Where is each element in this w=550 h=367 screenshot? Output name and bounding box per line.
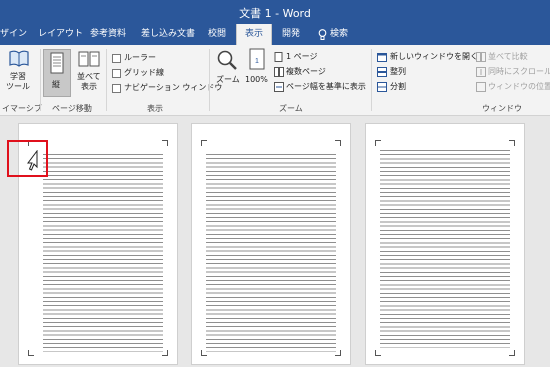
new-window-icon	[377, 53, 387, 62]
corner-mark	[201, 140, 207, 146]
document-workspace[interactable]	[0, 116, 550, 367]
tab-layout[interactable]: レイアウト	[38, 24, 83, 45]
corner-mark	[335, 140, 341, 146]
tab-design[interactable]: ザイン	[0, 24, 27, 45]
group-zoom: ズーム	[279, 104, 303, 113]
group-divider	[40, 49, 41, 111]
page-text-block	[206, 154, 336, 352]
gridlines-checkbox[interactable]	[112, 69, 121, 78]
corner-mark	[375, 350, 381, 356]
reset-position-label[interactable]: ウィンドウの位置を	[488, 82, 550, 92]
side-by-side-label-1[interactable]: 並べて	[77, 72, 101, 82]
tab-view[interactable]: 表示	[236, 24, 272, 45]
arrange-all-label[interactable]: 整列	[390, 67, 406, 77]
corner-mark	[162, 140, 168, 146]
sync-scroll-icon	[476, 67, 486, 77]
page-width-icon	[274, 82, 284, 92]
group-show: 表示	[147, 104, 163, 113]
zoom-label[interactable]: ズーム	[216, 75, 240, 85]
one-page-icon	[274, 52, 283, 62]
gridlines-label[interactable]: グリッド線	[124, 68, 164, 78]
tab-developer[interactable]: 開発	[282, 24, 300, 45]
vertical-pages-icon	[50, 52, 64, 74]
title-bar: 文書 1 - Word	[0, 0, 550, 24]
group-window: ウィンドウ	[482, 104, 522, 113]
multiple-pages-icon	[274, 67, 284, 77]
arrange-all-icon	[377, 67, 387, 77]
side-by-side-label-2[interactable]: 表示	[81, 82, 97, 92]
highlight-box	[7, 140, 48, 177]
document-page-3[interactable]	[365, 123, 525, 365]
corner-mark	[509, 350, 515, 356]
side-by-side-compare-label[interactable]: 並べて比較	[488, 52, 528, 62]
side-by-side-compare-icon	[476, 52, 486, 62]
ribbon: 学習 ツール イマーシブ 縦 並べて 表示 ページ移動 ルーラー グリッド線 ナ…	[0, 45, 550, 116]
zoom-magnifier-icon[interactable]	[216, 49, 238, 71]
corner-mark	[509, 140, 515, 146]
new-window-label[interactable]: 新しいウィンドウを開く	[390, 52, 478, 62]
group-page-movement: ページ移動	[52, 104, 92, 113]
group-divider	[209, 49, 210, 111]
corner-mark	[28, 350, 34, 356]
ruler-label[interactable]: ルーラー	[124, 53, 156, 63]
one-page-label[interactable]: 1 ページ	[286, 52, 317, 62]
page-text-block	[380, 150, 510, 348]
ruler-checkbox[interactable]	[112, 54, 121, 63]
vertical-label: 縦	[52, 80, 60, 89]
window-title: 文書 1 - Word	[239, 7, 311, 20]
navigation-pane-checkbox[interactable]	[112, 84, 121, 93]
vertical-button[interactable]: 縦	[43, 49, 71, 97]
multiple-pages-label[interactable]: 複数ページ	[286, 67, 326, 77]
lightbulb-icon	[318, 29, 327, 40]
corner-mark	[201, 350, 207, 356]
page-width-label[interactable]: ページ幅を基準に表示	[286, 82, 366, 92]
corner-mark	[335, 350, 341, 356]
ribbon-tabs: ザイン レイアウト 参考資料 差し込み文書 校閲 表示 開発 検索	[0, 24, 550, 45]
page-text-block	[43, 154, 163, 352]
split-label[interactable]: 分割	[390, 82, 406, 92]
reset-position-icon	[476, 82, 486, 92]
group-divider	[106, 49, 107, 111]
tab-references[interactable]: 参考資料	[90, 24, 126, 45]
zoom-100-label[interactable]: 100%	[245, 75, 268, 85]
document-page-2[interactable]	[191, 123, 351, 365]
navigation-pane-label[interactable]: ナビゲーション ウィンドウ	[124, 83, 222, 93]
tab-mailings[interactable]: 差し込み文書	[141, 24, 195, 45]
zoom-100-icon[interactable]: 1	[247, 48, 267, 72]
tab-search[interactable]: 検索	[330, 24, 348, 45]
learning-tools-label-2[interactable]: ツール	[6, 82, 30, 92]
learning-tools-icon[interactable]	[8, 48, 30, 68]
svg-text:1: 1	[255, 58, 259, 65]
corner-mark	[162, 350, 168, 356]
side-by-side-icon[interactable]	[78, 50, 100, 70]
group-divider	[371, 49, 372, 111]
learning-tools-label-1[interactable]: 学習	[10, 72, 26, 82]
tab-review[interactable]: 校閲	[208, 24, 226, 45]
group-immersive: イマーシブ	[2, 104, 42, 113]
split-icon	[377, 82, 387, 92]
corner-mark	[375, 140, 381, 146]
sync-scroll-label[interactable]: 同時にスクロール	[488, 67, 550, 77]
